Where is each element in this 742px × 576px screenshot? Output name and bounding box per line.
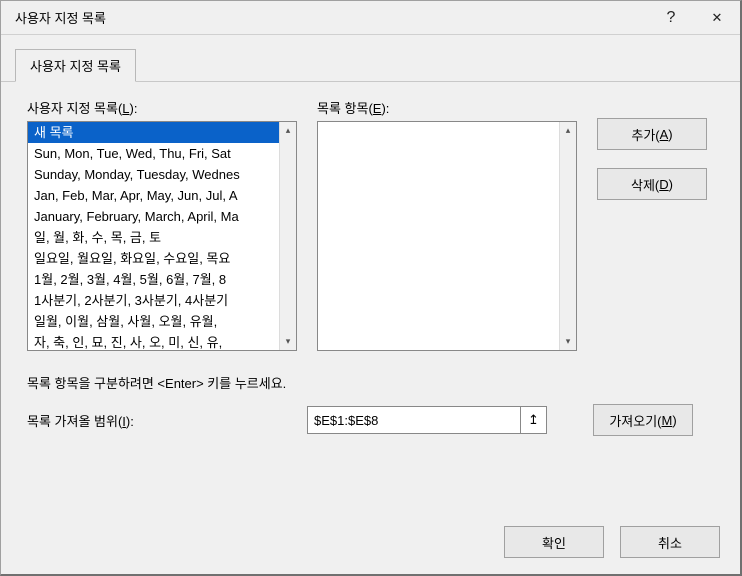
ok-button[interactable]: 확인 [504,526,604,558]
custom-lists-label: 사용자 지정 목록(L): [27,98,297,117]
delete-button[interactable]: 삭제(D) [597,168,707,200]
list-item[interactable]: 자, 축, 인, 묘, 진, 사, 오, 미, 신, 유, [28,332,279,350]
list-item[interactable]: 새 목록 [28,122,279,143]
scroll-down-icon[interactable]: ▾ [280,333,296,350]
import-range-input[interactable] [308,407,520,433]
close-button[interactable]: ✕ [694,1,740,34]
tab-label: 사용자 지정 목록 [30,59,121,74]
ok-label: 확인 [542,533,566,552]
list-item[interactable]: 일요일, 월요일, 화요일, 수요일, 목요 [28,248,279,269]
dialog-title: 사용자 지정 목록 [15,8,106,27]
titlebar: 사용자 지정 목록 ? ✕ [1,1,740,35]
tab-custom-lists[interactable]: 사용자 지정 목록 [15,49,136,82]
list-item[interactable]: Sun, Mon, Tue, Wed, Thu, Fri, Sat [28,143,279,164]
list-item[interactable]: January, February, March, April, Ma [28,206,279,227]
import-range-refedit[interactable]: ↥ [307,406,547,434]
scrollbar[interactable]: ▴ ▾ [279,122,296,350]
list-entries-textarea[interactable]: ▴ ▾ [317,121,577,351]
tab-bar: 사용자 지정 목록 [1,35,740,82]
list-item[interactable]: 일, 월, 화, 수, 목, 금, 토 [28,227,279,248]
scroll-down-icon[interactable]: ▾ [560,333,576,350]
cancel-button[interactable]: 취소 [620,526,720,558]
import-button[interactable]: 가져오기(M) [593,404,693,436]
range-picker-icon: ↥ [528,412,539,428]
list-item[interactable]: 1사분기, 2사분기, 3사분기, 4사분기 [28,290,279,311]
list-item[interactable]: 일월, 이월, 삼월, 사월, 오월, 유월, [28,311,279,332]
list-item[interactable]: Jan, Feb, Mar, Apr, May, Jun, Jul, A [28,185,279,206]
cancel-label: 취소 [658,533,682,552]
dialog-footer: 확인 취소 [1,510,740,574]
list-item[interactable]: 1월, 2월, 3월, 4월, 5월, 6월, 7월, 8 [28,269,279,290]
list-item[interactable]: Sunday, Monday, Tuesday, Wednes [28,164,279,185]
titlebar-controls: ? ✕ [648,1,740,34]
scrollbar[interactable]: ▴ ▾ [559,122,576,350]
add-button[interactable]: 추가(A) [597,118,707,150]
close-icon: ✕ [712,10,723,26]
custom-lists-dialog: 사용자 지정 목록 ? ✕ 사용자 지정 목록 사용자 지정 목록(L): 새 … [0,0,742,576]
import-range-label: 목록 가져올 범위(I): [27,411,289,430]
scroll-up-icon[interactable]: ▴ [560,122,576,139]
list-entries-label: 목록 항목(E): [317,98,577,117]
help-button[interactable]: ? [648,1,694,34]
hint-text: 목록 항목을 구분하려면 <Enter> 키를 누르세요. [27,373,720,392]
custom-lists-listbox[interactable]: 새 목록Sun, Mon, Tue, Wed, Thu, Fri, SatSun… [27,121,297,351]
range-picker-button[interactable]: ↥ [520,407,546,433]
dialog-content: 사용자 지정 목록(L): 새 목록Sun, Mon, Tue, Wed, Th… [1,82,740,446]
scroll-up-icon[interactable]: ▴ [280,122,296,139]
